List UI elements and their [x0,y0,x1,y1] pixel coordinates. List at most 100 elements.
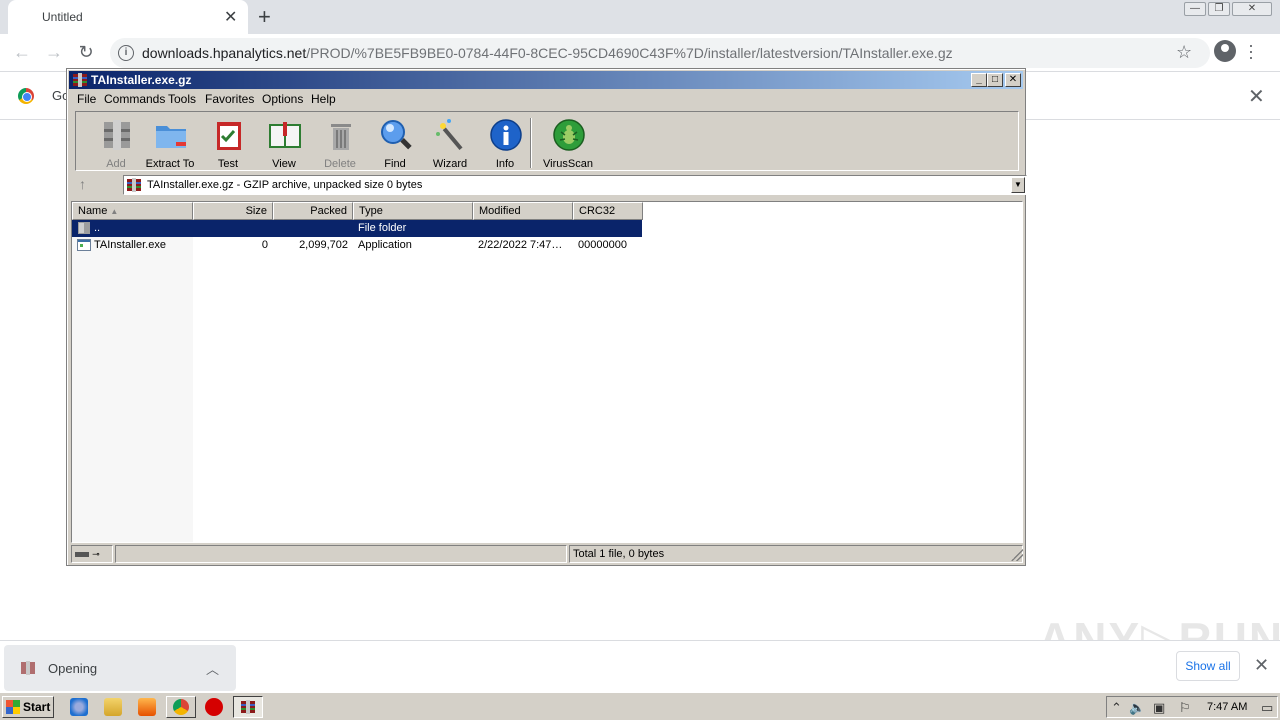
info-label: Info [495,158,515,170]
chrome-icon [173,699,189,715]
winrar-titlebar[interactable]: TAInstaller.exe.gz _ □ ✕ [69,71,1023,89]
cell-name: TAInstaller.exe [94,239,166,251]
browser-toolbar: ← → ↻ i downloads.hpanalytics.net/PROD/%… [0,34,1280,72]
up-folder-arrow-icon[interactable]: ↑ [79,176,86,192]
column-header-packed[interactable]: Packed [273,202,353,220]
winrar-minimize-button[interactable]: _ [971,73,987,87]
menu-tools[interactable]: Tools [168,92,196,106]
test-clipboard-icon [217,122,241,150]
archive-file-icon [21,661,35,675]
trash-icon [331,124,351,150]
tab-close-icon[interactable]: ✕ [224,7,237,27]
view-button[interactable]: View [256,116,312,170]
column-header-name[interactable]: Name ▲ [72,202,193,220]
forward-arrow-icon[interactable]: → [42,40,66,64]
parent-folder-icon [78,222,90,234]
menu-help[interactable]: Help [311,92,336,106]
wizard-button[interactable]: Wizard [422,116,478,170]
taskbar-winrar-button[interactable] [233,696,263,718]
cell-type: File folder [358,222,407,234]
wand-icon [436,119,463,151]
show-all-button[interactable]: Show all [1176,651,1240,681]
chrome-logo-icon [18,88,34,104]
virusscan-button[interactable]: VirusScan [540,116,596,170]
key-icon: ⊸ [92,549,100,559]
dropdown-arrow-icon[interactable]: ▼ [1011,177,1025,193]
volume-icon[interactable]: 🔈 [1129,700,1145,716]
windows-flag-icon [6,700,20,714]
action-center-flag-icon[interactable]: ⚐ [1179,700,1191,716]
archive-path-text: TAInstaller.exe.gz - GZIP archive, unpac… [147,179,423,191]
menu-commands[interactable]: Commands [104,92,165,106]
window-minimize-button[interactable]: — [1184,2,1206,16]
column-header-crc32[interactable]: CRC32 [573,202,643,220]
winrar-title: TAInstaller.exe.gz [91,73,192,87]
table-row[interactable]: TAInstaller.exe 0 2,099,702 Application … [72,237,642,254]
status-total-pane: Total 1 file, 0 bytes [569,545,1023,563]
infobar-close-icon[interactable]: ✕ [1248,84,1265,109]
name-column-background [72,220,193,542]
winrar-statusbar: ⊸ Total 1 file, 0 bytes [71,545,1023,563]
start-button[interactable]: Start [2,696,54,718]
table-row[interactable]: .. File folder [72,220,642,237]
column-name-label: Name [78,205,108,217]
download-item[interactable]: Opening ︿ [4,645,236,691]
cell-size: 0 [261,239,268,251]
menu-options[interactable]: Options [262,92,303,106]
shelf-close-icon[interactable]: ✕ [1254,655,1269,676]
taskbar-chrome-button[interactable] [166,696,196,718]
window-close-button[interactable]: ✕ [1232,2,1272,16]
magnifier-icon [381,120,412,150]
show-desktop-icon[interactable]: ▭ [1261,700,1273,716]
window-restore-button[interactable]: ❐ [1208,2,1230,16]
chevron-up-icon[interactable]: ︿ [206,659,219,678]
cell-packed: 2,099,702 [299,239,348,251]
site-info-icon[interactable]: i [118,45,134,61]
winrar-close-button[interactable]: ✕ [1005,73,1021,87]
status-drive-pane[interactable]: ⊸ [71,545,113,563]
info-button[interactable]: Info [477,116,533,170]
browser-menu-icon[interactable]: · · · [1248,36,1254,66]
address-bar[interactable]: i downloads.hpanalytics.net/PROD/%7BE5FB… [110,38,1210,68]
file-list[interactable]: Name ▲ Size Packed Type Modified CRC32 .… [71,201,1023,543]
url-text: downloads.hpanalytics.net/PROD/%7BE5FB9B… [142,45,953,61]
opera-icon[interactable] [205,698,223,716]
browser-tab[interactable]: Untitled ✕ [8,0,248,34]
toolbar-separator [530,118,532,168]
bookmark-star-icon[interactable]: ☆ [1176,42,1192,63]
new-tab-button[interactable]: + [258,4,271,30]
winrar-address-row: ↑ TAInstaller.exe.gz - GZIP archive, unp… [75,173,1027,197]
application-file-icon [77,239,91,251]
profile-avatar-icon[interactable] [1214,40,1236,62]
download-shelf: Opening ︿ Show all ✕ [0,640,1280,692]
column-header-size[interactable]: Size [193,202,273,220]
tray-expand-icon[interactable]: ⌃ [1111,700,1122,716]
archive-icon [127,178,141,192]
find-button[interactable]: Find [367,116,423,170]
menu-favorites[interactable]: Favorites [205,92,254,106]
column-header-modified[interactable]: Modified [473,202,573,220]
archive-path-combo[interactable]: TAInstaller.exe.gz - GZIP archive, unpac… [123,175,1027,195]
column-header-type[interactable]: Type [353,202,473,220]
file-explorer-icon[interactable] [104,698,122,716]
network-icon[interactable]: ▣ [1153,700,1165,716]
reload-icon[interactable]: ↻ [74,40,98,64]
test-button[interactable]: Test [200,116,256,170]
winrar-window: TAInstaller.exe.gz _ □ ✕ File Commands T… [66,68,1027,566]
delete-button[interactable]: Delete [312,116,368,170]
back-arrow-icon[interactable]: ← [10,40,34,64]
download-status: Opening [48,661,98,676]
internet-explorer-icon[interactable] [70,698,88,716]
menu-file[interactable]: File [77,92,96,106]
resize-grip-icon[interactable] [1011,549,1023,561]
winrar-maximize-button[interactable]: □ [987,73,1003,87]
media-player-icon[interactable] [138,698,156,716]
add-archive-icon [104,120,130,150]
clock[interactable]: 7:47 AM [1207,701,1247,713]
winrar-app-icon [73,73,87,87]
cell-type: Application [358,239,412,251]
winrar-toolbar: Add Extract To Test View Delete Find Wiz… [75,111,1019,171]
cell-modified: 2/22/2022 7:47… [478,239,563,251]
extract-to-button[interactable]: Extract To [142,116,198,170]
windows-taskbar: Start ⌃ 🔈 ▣ ⚐ 7:47 AM ▭ [0,692,1280,720]
